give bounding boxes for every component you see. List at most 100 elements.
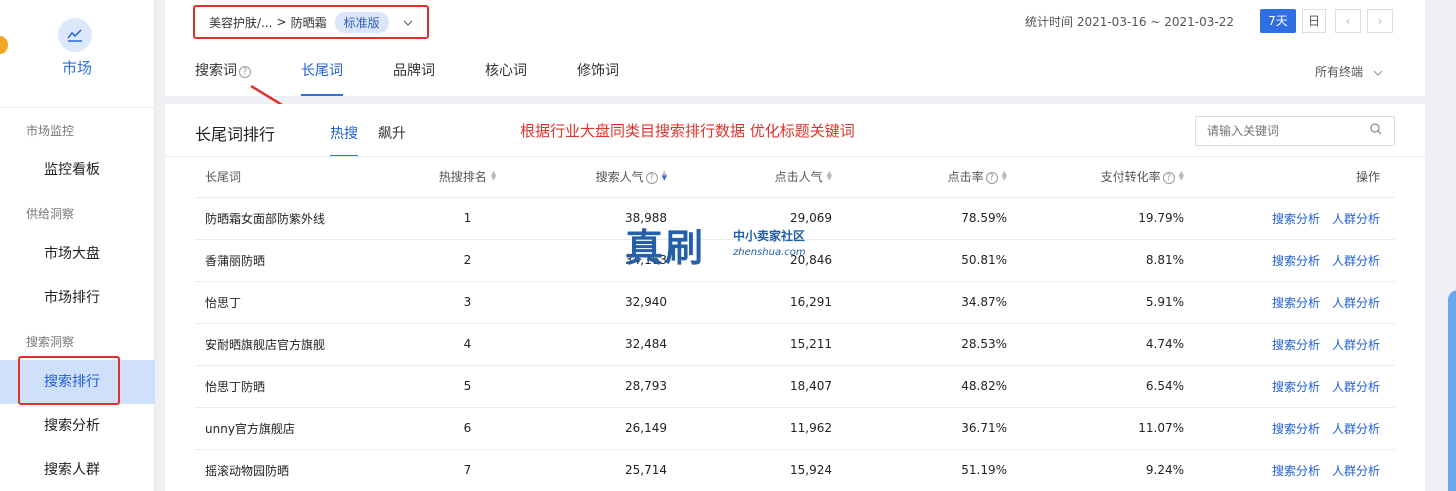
cell-rank: 3 bbox=[405, 281, 530, 324]
cell-cvr: 8.81% bbox=[1035, 239, 1212, 282]
help-icon[interactable]: ? bbox=[1162, 172, 1175, 185]
crowd-analysis-link[interactable]: 人群分析 bbox=[1332, 422, 1380, 436]
crowd-analysis-link[interactable]: 人群分析 bbox=[1332, 254, 1380, 268]
cell-cvr: 5.91% bbox=[1035, 281, 1212, 324]
sort-icon[interactable]: ▲ ▼ bbox=[662, 170, 667, 182]
col-cvr[interactable]: 支付转化率? ▲ ▼ bbox=[1035, 157, 1212, 198]
cell-ctr: 50.81% bbox=[860, 239, 1035, 282]
sidebar-item-market-rank[interactable]: 市场排行 bbox=[0, 276, 155, 320]
chevron-down-icon[interactable] bbox=[403, 16, 413, 29]
search-analysis-link[interactable]: 搜索分析 bbox=[1272, 464, 1320, 478]
cell-click-pop: 15,211 bbox=[695, 323, 860, 366]
tab-search-word[interactable]: 搜索词? bbox=[195, 60, 251, 96]
search-analysis-link[interactable]: 搜索分析 bbox=[1272, 296, 1320, 310]
crowd-analysis-link[interactable]: 人群分析 bbox=[1332, 464, 1380, 478]
cell-search-pop: 28,793 bbox=[530, 365, 695, 408]
terminal-select[interactable]: 所有终端 bbox=[1315, 63, 1383, 80]
cell-ctr: 28.53% bbox=[860, 323, 1035, 366]
tab-modifier-word[interactable]: 修饰词 bbox=[577, 60, 619, 96]
sidebar-item-search-analysis[interactable]: 搜索分析 bbox=[0, 404, 155, 448]
cell-word: 怡思丁防晒 bbox=[195, 365, 405, 408]
sidebar-item-market-overview[interactable]: 市场大盘 bbox=[0, 232, 155, 276]
range-7day-button[interactable]: 7天 bbox=[1260, 9, 1296, 33]
cell-cvr: 4.74% bbox=[1035, 323, 1212, 366]
ranking-panel: 长尾词排行 热搜 飙升 根据行业大盘同类目搜索排行数据 优化标题关键词 长尾词 … bbox=[165, 104, 1425, 491]
sidebar-item-search-crowd[interactable]: 搜索人群 bbox=[0, 448, 155, 491]
search-analysis-link[interactable]: 搜索分析 bbox=[1272, 254, 1320, 268]
cell-cvr: 19.79% bbox=[1035, 197, 1212, 240]
cell-rank: 6 bbox=[405, 407, 530, 450]
stat-time: 统计时间 2021-03-16 ~ 2021-03-22 bbox=[1025, 15, 1234, 29]
cell-search-pop: 26,149 bbox=[530, 407, 695, 450]
search-analysis-link[interactable]: 搜索分析 bbox=[1272, 338, 1320, 352]
cell-rank: 2 bbox=[405, 239, 530, 282]
tab-core-word[interactable]: 核心词 bbox=[485, 60, 527, 96]
col-search-pop[interactable]: 搜索人气? ▲ ▼ bbox=[530, 157, 695, 198]
col-word: 长尾词 bbox=[195, 157, 405, 198]
cell-word: 防晒霜女面部防紫外线 bbox=[195, 197, 405, 240]
search-analysis-link[interactable]: 搜索分析 bbox=[1272, 212, 1320, 226]
prev-arrow-icon[interactable]: ‹ bbox=[1335, 9, 1361, 33]
cell-cvr: 6.54% bbox=[1035, 365, 1212, 408]
col-ctr[interactable]: 点击率? ▲ ▼ bbox=[860, 157, 1035, 198]
help-icon[interactable]: ? bbox=[645, 172, 658, 185]
sidebar-group-supply: 供给洞察 bbox=[26, 207, 75, 221]
col-rank[interactable]: 热搜排名 ▲ ▼ bbox=[405, 157, 530, 198]
crowd-analysis-link[interactable]: 人群分析 bbox=[1332, 296, 1380, 310]
crowd-analysis-link[interactable]: 人群分析 bbox=[1332, 380, 1380, 394]
cell-actions: 搜索分析 人群分析 bbox=[1212, 239, 1395, 282]
subtab-rise[interactable]: 飙升 bbox=[378, 123, 406, 143]
cell-ctr: 48.82% bbox=[860, 365, 1035, 408]
breadcrumb-subcategory: 防晒霜 bbox=[290, 15, 327, 30]
cell-word: 安耐晒旗舰店官方旗舰 bbox=[195, 323, 405, 366]
table-row: 香蒲丽防晒 2 34,163 20,846 50.81% 8.81% 搜索分析 人群分析 bbox=[195, 239, 1395, 282]
sort-icon[interactable]: ▲ ▼ bbox=[1179, 170, 1184, 182]
cell-actions: 搜索分析 人群分析 bbox=[1212, 407, 1395, 450]
tab-brand-word[interactable]: 品牌词 bbox=[393, 60, 435, 96]
help-icon[interactable]: ? bbox=[239, 66, 251, 78]
edition-badge: 标准版 bbox=[334, 11, 389, 33]
table-header: 长尾词 热搜排名 ▲ ▼ 搜索人气? ▲ ▼ 点击人气 ▲ ▼ 点击率? ▲ ▼ 支付转化率? ▲… bbox=[195, 157, 1395, 198]
next-arrow-icon[interactable]: › bbox=[1367, 9, 1393, 33]
cell-actions: 搜索分析 人群分析 bbox=[1212, 281, 1395, 324]
cell-click-pop: 18,407 bbox=[695, 365, 860, 408]
crowd-analysis-link[interactable]: 人群分析 bbox=[1332, 212, 1380, 226]
cell-cvr: 11.07% bbox=[1035, 407, 1212, 450]
cell-actions: 搜索分析 人群分析 bbox=[1212, 323, 1395, 366]
chevron-down-icon bbox=[1373, 65, 1383, 79]
cell-search-pop: 25,714 bbox=[530, 449, 695, 491]
search-icon[interactable] bbox=[1370, 123, 1382, 135]
sort-icon[interactable]: ▲ ▼ bbox=[1002, 170, 1007, 182]
highlight-box bbox=[18, 356, 120, 405]
cell-rank: 5 bbox=[405, 365, 530, 408]
sidebar-item-monitor-board[interactable]: 监控看板 bbox=[0, 148, 155, 192]
help-icon[interactable]: ? bbox=[985, 172, 998, 185]
panel-title: 长尾词排行 bbox=[195, 125, 276, 144]
cell-click-pop: 11,962 bbox=[695, 407, 860, 450]
floating-side-widget[interactable] bbox=[1448, 290, 1456, 491]
header-panel: 美容护肤/... > 防晒霜 标准版 统计时间 2021-03-16 ~ 202… bbox=[165, 0, 1425, 96]
market-chart-icon bbox=[58, 18, 92, 52]
keyword-search-input[interactable] bbox=[1195, 116, 1395, 146]
breadcrumb-category: 美容护肤/... bbox=[209, 15, 273, 30]
crowd-analysis-link[interactable]: 人群分析 bbox=[1332, 338, 1380, 352]
cell-word: unny官方旗舰店 bbox=[195, 407, 405, 450]
category-selector[interactable]: 美容护肤/... > 防晒霜 标准版 bbox=[193, 5, 429, 39]
watermark: 真刷 中小卖家社区 zhenshua.com bbox=[625, 225, 806, 270]
cell-ctr: 51.19% bbox=[860, 449, 1035, 491]
col-click-pop[interactable]: 点击人气 ▲ ▼ bbox=[695, 157, 860, 198]
sort-icon[interactable]: ▲ ▼ bbox=[491, 170, 496, 182]
range-day-button[interactable]: 日 bbox=[1302, 9, 1326, 33]
table-row: 安耐晒旗舰店官方旗舰 4 32,484 15,211 28.53% 4.74% 搜索分析 人群… bbox=[195, 323, 1395, 366]
search-analysis-link[interactable]: 搜索分析 bbox=[1272, 422, 1320, 436]
cell-rank: 7 bbox=[405, 449, 530, 491]
sidebar-title: 市场 bbox=[61, 59, 92, 77]
sort-icon[interactable]: ▲ ▼ bbox=[827, 170, 832, 182]
table-row: 怡思丁防晒 5 28,793 18,407 48.82% 6.54% 搜索分析 人群分析 bbox=[195, 365, 1395, 408]
cell-word: 怡思丁 bbox=[195, 281, 405, 324]
subtab-hot[interactable]: 热搜 bbox=[330, 123, 358, 157]
search-analysis-link[interactable]: 搜索分析 bbox=[1272, 380, 1320, 394]
cell-click-pop: 20,846 bbox=[695, 239, 860, 282]
col-action: 操作 bbox=[1212, 157, 1395, 198]
sidebar: 市场 市场监控 监控看板 供给洞察 市场大盘 市场排行 搜索洞察 搜索排行 搜索… bbox=[0, 0, 155, 491]
